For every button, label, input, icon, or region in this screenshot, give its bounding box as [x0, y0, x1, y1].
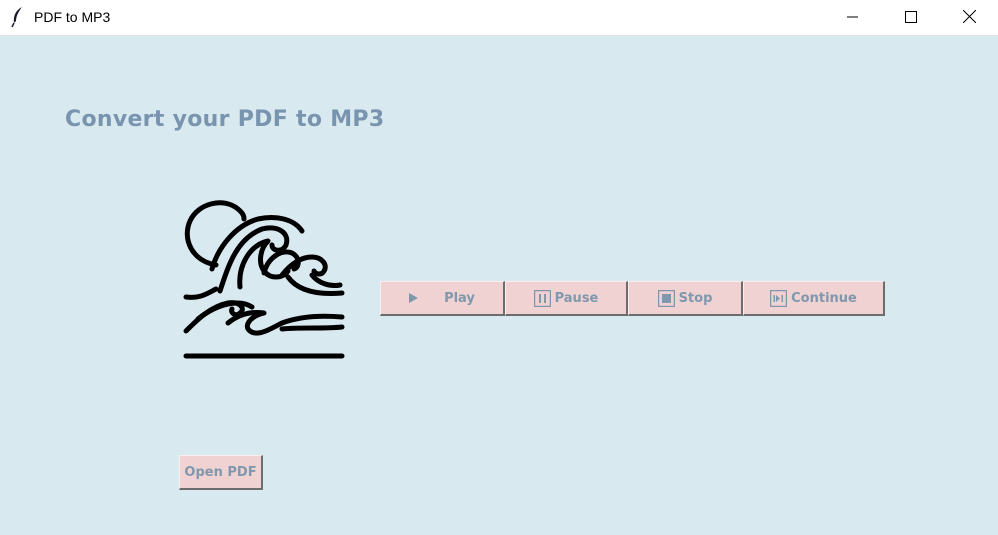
stop-label: Stop — [678, 290, 713, 306]
minimize-icon — [847, 8, 859, 27]
play-button[interactable]: Play — [380, 281, 505, 316]
stop-icon — [657, 289, 677, 307]
open-pdf-button[interactable]: Open PDF — [179, 455, 263, 490]
play-icon — [409, 293, 419, 303]
continue-icon — [770, 289, 789, 307]
title-bar[interactable]: PDF to MP3 — [0, 0, 998, 36]
minimize-button[interactable] — [824, 0, 882, 35]
pause-label: Pause — [554, 290, 599, 306]
feather-icon — [10, 6, 26, 28]
pause-button[interactable]: Pause — [505, 281, 628, 316]
window-title: PDF to MP3 — [34, 9, 111, 25]
stop-button[interactable]: Stop — [628, 281, 743, 316]
ocean-wave-icon — [178, 195, 350, 365]
close-icon — [962, 8, 976, 27]
app-window: PDF to MP3 Convert your PDF to MP3 Play … — [0, 0, 998, 535]
page-heading: Convert your PDF to MP3 — [65, 107, 385, 132]
play-label: Play — [444, 290, 475, 306]
close-button[interactable] — [940, 0, 998, 35]
continue-label: Continue — [791, 290, 857, 306]
maximize-icon — [905, 8, 917, 27]
pause-icon — [533, 289, 553, 307]
maximize-button[interactable] — [882, 0, 940, 35]
playback-controls: Play Pause Stop Continue — [380, 281, 885, 316]
continue-button[interactable]: Continue — [743, 281, 885, 316]
